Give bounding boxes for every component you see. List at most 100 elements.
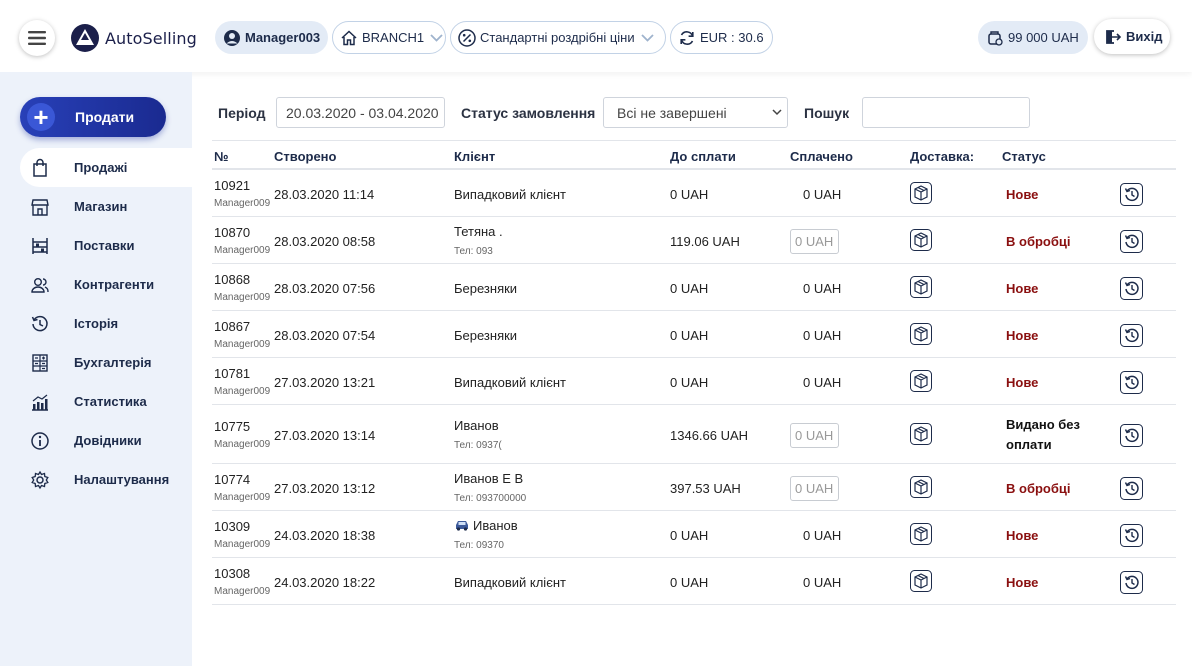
table-row[interactable]: 10308 Manager009 24.03.2020 18:22 Випадкови… (212, 558, 1176, 605)
paid-input[interactable]: 0 UAH (790, 422, 839, 448)
order-status: Нове (1006, 527, 1039, 543)
sidebar-item-accounting[interactable]: Бухгалтерія (20, 343, 192, 382)
user-pill[interactable]: Manager003 (215, 21, 328, 54)
currency-rate[interactable]: EUR : 30.6 (670, 21, 773, 54)
chevron-down-icon (772, 109, 782, 116)
client-name: Иванов (454, 417, 499, 433)
app-logo[interactable]: AutoSelling (70, 23, 197, 53)
period-label: Період (218, 105, 266, 121)
sidebar-item-supplies[interactable]: Поставки (20, 226, 192, 265)
period-input[interactable]: 20.03.2020 - 03.04.2020 (276, 97, 445, 128)
price-type-selector[interactable]: Стандартні роздрібні ціни (450, 21, 666, 54)
order-client[interactable]: Випадковий клієнт (454, 187, 566, 202)
table-row[interactable]: 10309 Manager009 24.03.2020 18:38 Иванов Тел… (212, 511, 1176, 558)
table-row[interactable]: 10775 Manager009 27.03.2020 13:14 Иванов Тел… (212, 405, 1176, 464)
column-header-paid: Сплачено (790, 149, 853, 164)
order-number[interactable]: 10308 (214, 566, 250, 581)
delivery-box-icon[interactable] (910, 228, 932, 251)
order-status: Нове (1006, 327, 1039, 343)
history-icon[interactable] (1120, 323, 1143, 347)
paid-value: 0 UAH (795, 480, 834, 496)
order-client[interactable]: Иванов Е В (454, 471, 523, 486)
history-icon[interactable] (1120, 570, 1143, 594)
order-number[interactable]: 10868 (214, 272, 250, 287)
sidebar-item-label: Налаштування (74, 472, 170, 487)
history-icon[interactable] (1120, 423, 1143, 447)
history-icon (31, 315, 48, 331)
client-phone: Тел: 093 (454, 245, 493, 257)
balance-pill[interactable]: 99 000 UAH (978, 21, 1088, 54)
order-client[interactable]: Випадковий клієнт (454, 375, 566, 390)
client-phone: Тел: 09370 (454, 539, 504, 551)
sidebar-item-label: Магазин (74, 199, 128, 214)
sidebar-item-references[interactable]: Довідники (20, 421, 192, 460)
car-icon (456, 520, 468, 531)
delivery-box-icon[interactable] (910, 475, 932, 498)
table-row[interactable]: 10867 Manager009 28.03.2020 07:54 Березняки… (212, 311, 1176, 358)
order-status: Видано без оплати (1006, 415, 1080, 455)
order-client[interactable]: Тетяна . (454, 224, 503, 239)
table-row[interactable]: 10921 Manager009 28.03.2020 11:14 Випадкови… (212, 170, 1176, 217)
history-icon[interactable] (1120, 476, 1143, 500)
delivery-box-icon[interactable] (910, 422, 932, 445)
sidebar-item-history[interactable]: Історія (20, 304, 192, 343)
calculator-icon (32, 353, 48, 372)
order-client[interactable]: Березняки (454, 281, 517, 296)
sell-button[interactable]: + Продати (20, 97, 166, 137)
table-row[interactable]: 10868 Manager009 28.03.2020 07:56 Березняки… (212, 264, 1176, 311)
order-number[interactable]: 10774 (214, 472, 250, 487)
order-number[interactable]: 10867 (214, 319, 250, 334)
order-client[interactable]: Иванов (454, 518, 518, 533)
client-name: Иванов Е В (454, 470, 524, 486)
delivery-box-icon[interactable] (910, 522, 932, 545)
sidebar-item-contractors[interactable]: Контрагенти (20, 265, 192, 304)
order-client[interactable]: Випадковий клієнт (454, 575, 566, 590)
history-icon[interactable] (1120, 370, 1143, 394)
delivery-box-icon[interactable] (910, 322, 932, 345)
history-icon[interactable] (1120, 276, 1143, 300)
table-row[interactable]: 10870 Manager009 28.03.2020 08:58 Тетяна . Т… (212, 217, 1176, 264)
table-row[interactable]: 10774 Manager009 27.03.2020 13:12 Иванов Е … (212, 464, 1176, 511)
order-status-select[interactable]: Всі не завершені (603, 97, 788, 128)
search-input[interactable] (862, 97, 1030, 128)
sidebar-item-label: Продажі (74, 160, 128, 175)
menu-button[interactable] (19, 20, 55, 56)
order-client[interactable]: Березняки (454, 328, 517, 343)
order-number[interactable]: 10870 (214, 225, 250, 240)
orders-table: № Створено Клієнт До сплати Сплачено Дос… (212, 140, 1176, 605)
history-icon[interactable] (1120, 523, 1143, 547)
users-icon (31, 277, 49, 293)
order-to-pay: 0 UAH (670, 527, 709, 543)
sidebar-item-settings[interactable]: Налаштування (20, 460, 192, 499)
column-header-number: № (214, 149, 229, 164)
order-number[interactable]: 10921 (214, 178, 250, 193)
currency-rate-value: EUR : 30.6 (700, 30, 764, 45)
delivery-box-icon[interactable] (910, 181, 932, 204)
balance-value: 99 000 UAH (1008, 30, 1079, 45)
paid-input[interactable]: 0 UAH (790, 228, 839, 254)
chart-icon (32, 394, 48, 411)
branch-selector[interactable]: BRANCH1 (332, 21, 446, 54)
order-number[interactable]: 10309 (214, 519, 250, 534)
order-manager: Manager009 (214, 438, 271, 450)
sidebar-item-label: Історія (74, 316, 119, 331)
table-row[interactable]: 10781 Manager009 27.03.2020 13:21 Випадкови… (212, 358, 1176, 405)
order-client[interactable]: Иванов (454, 418, 499, 433)
sidebar-item-sales[interactable]: Продажі (20, 148, 192, 187)
order-number[interactable]: 10775 (214, 419, 250, 434)
logout-button[interactable]: Вихід (1094, 19, 1170, 54)
sidebar-item-store[interactable]: Магазин (20, 187, 192, 226)
sidebar-item-statistics[interactable]: Статистика (20, 382, 192, 421)
delivery-box-icon[interactable] (910, 369, 932, 392)
order-status-label: Статус замовлення (461, 105, 596, 121)
delivery-box-icon[interactable] (910, 569, 932, 592)
status-line: Видано без (1006, 416, 1080, 432)
sidebar-item-label: Поставки (74, 238, 135, 253)
order-number[interactable]: 10781 (214, 366, 250, 381)
order-manager: Manager009 (214, 585, 271, 597)
paid-input[interactable]: 0 UAH (790, 475, 839, 501)
menu-icon (28, 31, 46, 45)
delivery-box-icon[interactable] (910, 275, 932, 298)
history-icon[interactable] (1120, 229, 1143, 253)
history-icon[interactable] (1120, 182, 1143, 206)
